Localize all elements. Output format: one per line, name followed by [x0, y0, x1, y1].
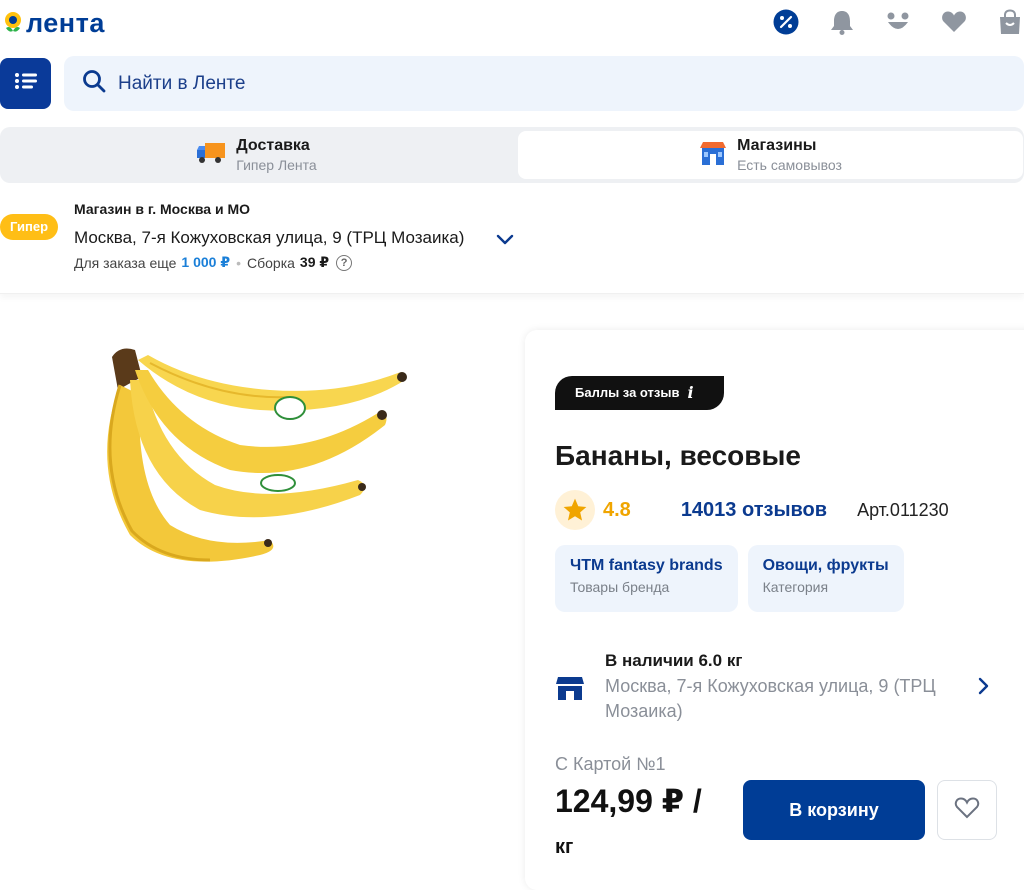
- search-input[interactable]: Найти в Ленте: [64, 56, 1024, 111]
- brand-tag-subtitle: Товары бренда: [570, 579, 670, 595]
- order-min-label: Для заказа еще: [74, 254, 177, 271]
- star-icon: [555, 490, 595, 530]
- review-points-badge[interactable]: Баллы за отзыв i: [555, 376, 724, 410]
- reviews-link[interactable]: 14013 отзывов: [681, 499, 827, 522]
- assembly-label: Сборка: [247, 254, 295, 271]
- separator-dot: •: [236, 254, 241, 271]
- product-image[interactable]: [90, 335, 420, 585]
- header-actions: [744, 8, 1024, 36]
- category-tag[interactable]: Овощи, фрукты Категория: [747, 545, 904, 612]
- availability-address: Москва, 7-я Кожуховская улица, 9 (ТРЦ Мо…: [605, 676, 936, 721]
- store-icon: [555, 674, 585, 702]
- availability-block[interactable]: В наличии 6.0 кг Москва, 7-я Кожуховская…: [555, 648, 995, 728]
- price-value: 124,99 ₽ /: [555, 783, 702, 819]
- info-icon: i: [687, 383, 694, 402]
- category-tag-title: Овощи, фрукты: [762, 557, 889, 574]
- discount-icon[interactable]: [772, 8, 800, 36]
- store-front-icon: [699, 140, 727, 171]
- search-placeholder: Найти в Ленте: [118, 72, 246, 94]
- chevron-right-icon[interactable]: [973, 676, 993, 696]
- favorite-button[interactable]: [937, 780, 997, 840]
- delivery-truck-icon: [196, 141, 226, 170]
- rating-value: 4.8: [603, 498, 631, 521]
- store-address[interactable]: Москва, 7-я Кожуховская улица, 9 (ТРЦ Мо…: [74, 228, 464, 248]
- search-icon: [82, 69, 106, 98]
- price-unit: кг: [555, 836, 574, 858]
- heart-outline-icon: [954, 796, 980, 825]
- tab-shops[interactable]: Магазины Есть самовывоз: [518, 131, 1023, 179]
- tab-delivery[interactable]: Доставка Гипер Лента: [4, 131, 509, 179]
- bag-icon[interactable]: [996, 8, 1024, 36]
- catalog-menu-button[interactable]: [0, 58, 51, 109]
- product-card: Баллы за отзыв i Бананы, весовые 4.8 140…: [525, 330, 1024, 890]
- top-bar: лента: [0, 0, 1024, 50]
- order-info: Для заказа еще 1 000 ₽ • Сборка 39 ₽ ?: [74, 254, 353, 271]
- sunflower-logo-icon: [2, 11, 24, 35]
- availability-title: В наличии 6.0 кг: [605, 651, 743, 670]
- face-icon[interactable]: [884, 8, 912, 36]
- heart-icon[interactable]: [940, 8, 968, 36]
- add-to-cart-button[interactable]: В корзину: [743, 780, 925, 840]
- fulfillment-toggle: Доставка Гипер Лента Магазины Есть самов…: [0, 127, 1024, 183]
- list-icon: [14, 72, 38, 95]
- rating-row: 4.8 14013 отзывов Арт.011230: [555, 490, 949, 530]
- assembly-price: 39 ₽: [299, 254, 330, 270]
- store-selector: Гипер Магазин в г. Москва и МО Москва, 7…: [0, 190, 1024, 294]
- order-min-amount: 1 000 ₽: [181, 254, 231, 270]
- bell-icon[interactable]: [828, 8, 856, 36]
- brand-tag-title: ЧТМ fantasy brands: [570, 557, 723, 574]
- shops-title: Магазины: [737, 137, 817, 154]
- logo[interactable]: лента: [2, 8, 105, 38]
- review-points-label: Баллы за отзыв: [575, 385, 680, 400]
- store-region-title: Магазин в г. Москва и МО: [74, 201, 250, 217]
- help-icon[interactable]: ?: [336, 254, 353, 271]
- product-sku: Арт.011230: [857, 499, 949, 520]
- store-type-badge: Гипер: [0, 214, 59, 240]
- brand-tag[interactable]: ЧТМ fantasy brands Товары бренда: [555, 545, 738, 612]
- chevron-down-icon[interactable]: [494, 228, 516, 250]
- category-tag-subtitle: Категория: [762, 579, 829, 595]
- delivery-subtitle: Гипер Лента: [236, 157, 317, 173]
- logo-text: лента: [26, 8, 105, 38]
- delivery-title: Доставка: [236, 137, 310, 154]
- product-title: Бананы, весовые: [555, 440, 801, 471]
- shops-subtitle: Есть самовывоз: [737, 157, 842, 173]
- product-tags: ЧТМ fantasy brands Товары бренда Овощи, …: [555, 545, 914, 612]
- price-label: С Картой №1: [555, 754, 666, 774]
